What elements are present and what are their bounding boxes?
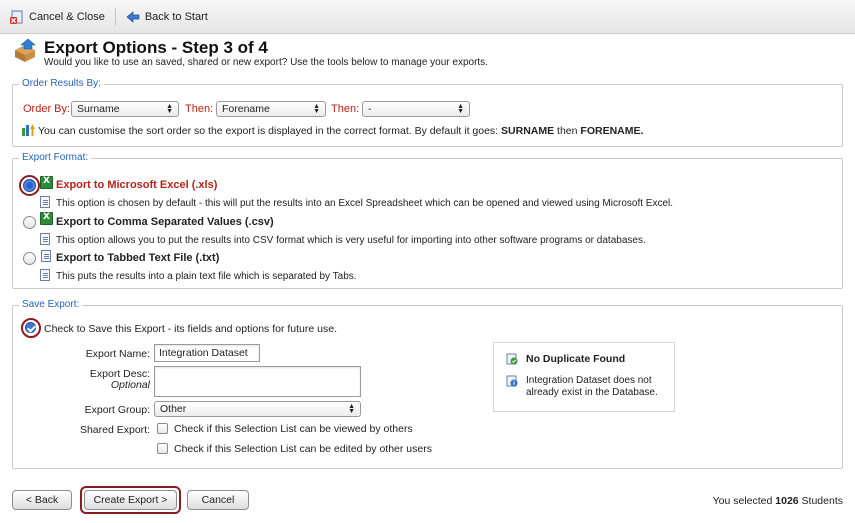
- then-value-1: Forename: [222, 103, 270, 115]
- order-by-select[interactable]: Surname ▲ ▼: [71, 101, 179, 117]
- csv-radio[interactable]: [23, 216, 36, 229]
- txt-option-desc: This puts the results into a plain text …: [56, 271, 357, 282]
- then-label-1: Then:: [185, 103, 214, 115]
- save-export-legend: Save Export:: [19, 299, 83, 310]
- select-arrows-icon: ▲ ▼: [166, 103, 173, 115]
- save-export-checkbox[interactable]: [25, 322, 36, 333]
- order-by-label: Order By:: [23, 103, 71, 115]
- csv-option-desc: This option allows you to put the result…: [56, 235, 646, 246]
- back-to-start-button[interactable]: Back to Start: [126, 10, 208, 24]
- shared-view-checkbox[interactable]: [157, 423, 168, 434]
- txt-option-title[interactable]: Export to Tabbed Text File (.txt): [56, 252, 219, 264]
- export-box-icon: [15, 38, 36, 62]
- shared-edit-checkbox[interactable]: [157, 443, 168, 454]
- page-title: Export Options - Step 3 of 4: [44, 38, 268, 57]
- order-by-value: Surname: [77, 103, 120, 115]
- shared-export-label: Shared Export:: [79, 424, 150, 436]
- back-to-start-label: Back to Start: [144, 10, 208, 23]
- back-arrow-icon: [126, 10, 140, 23]
- xls-option-desc: This option is chosen by default - this …: [56, 198, 674, 209]
- select-arrows-icon: ▲ ▼: [457, 103, 464, 115]
- shared-view-label: Check if this Selection List can be view…: [174, 423, 413, 435]
- info-icon: [506, 375, 518, 387]
- check-success-icon: [506, 353, 518, 365]
- cancel-close-button[interactable]: Cancel & Close: [10, 10, 105, 24]
- toolbar-divider: [114, 7, 116, 26]
- sort-info-first: SURNAME: [501, 125, 555, 137]
- export-desc-optional: Optional: [110, 379, 150, 391]
- export-desc-textarea[interactable]: [154, 366, 361, 397]
- back-button[interactable]: < Back: [12, 490, 72, 510]
- selected-count-text: You selected 1026 Students: [713, 495, 843, 507]
- order-results-legend: Order Results By:: [19, 78, 104, 89]
- sort-info-second: FORENAME.: [580, 125, 644, 137]
- cancel-doc-icon: [10, 10, 23, 24]
- then-select-1[interactable]: Forename ▲ ▼: [216, 101, 326, 117]
- export-group-value: Other: [160, 403, 187, 415]
- then-label-2: Then:: [331, 103, 360, 115]
- then-value-2: -: [368, 103, 372, 115]
- csv-excel-icon: [40, 212, 53, 225]
- then-select-2[interactable]: - ▲ ▼: [362, 101, 470, 117]
- select-arrows-icon: ▲ ▼: [348, 403, 355, 415]
- cancel-close-label: Cancel & Close: [29, 10, 105, 23]
- xls-option-title[interactable]: Export to Microsoft Excel (.xls): [56, 179, 217, 191]
- sort-order-icon: [22, 124, 35, 136]
- export-name-input[interactable]: Integration Dataset: [154, 344, 260, 362]
- status-text: Integration Dataset does not already exi…: [526, 375, 658, 398]
- cancel-button[interactable]: Cancel: [187, 490, 249, 510]
- xls-description-icon: [40, 196, 50, 208]
- save-export-label: Check to Save this Export - its fields a…: [44, 323, 337, 335]
- page-subtitle: Would you like to use an saved, shared o…: [44, 57, 488, 68]
- sort-info-then: then: [557, 125, 578, 137]
- export-group-select[interactable]: Other ▲ ▼: [154, 401, 361, 417]
- csv-description-icon: [40, 233, 50, 245]
- txt-description-icon: [40, 269, 50, 281]
- export-format-legend: Export Format:: [19, 152, 92, 163]
- create-export-button[interactable]: Create Export >: [84, 490, 177, 510]
- selected-suffix: Students: [801, 495, 843, 507]
- select-arrows-icon: ▲ ▼: [313, 103, 320, 115]
- page-header: Export Options - Step 3 of 4 Would you l…: [12, 38, 488, 68]
- toolbar: Cancel & Close Back to Start: [0, 0, 855, 34]
- status-title: No Duplicate Found: [526, 353, 626, 365]
- sort-info-main: You can customise the sort order so the …: [38, 125, 499, 137]
- sort-info-text: You can customise the sort order so the …: [38, 125, 643, 137]
- txt-radio[interactable]: [23, 252, 36, 265]
- duplicate-status-panel: No Duplicate Found Integration Dataset d…: [493, 342, 675, 412]
- export-group-label: Export Group:: [84, 404, 150, 416]
- xls-radio[interactable]: [23, 179, 36, 192]
- selected-prefix: You selected: [712, 495, 773, 507]
- csv-option-title[interactable]: Export to Comma Separated Values (.csv): [56, 216, 274, 228]
- shared-edit-label: Check if this Selection List can be edit…: [174, 443, 432, 455]
- text-file-icon: [41, 250, 51, 262]
- selected-count: 1026: [775, 495, 799, 507]
- excel-icon: [40, 176, 53, 189]
- export-name-label: Export Name:: [85, 348, 150, 360]
